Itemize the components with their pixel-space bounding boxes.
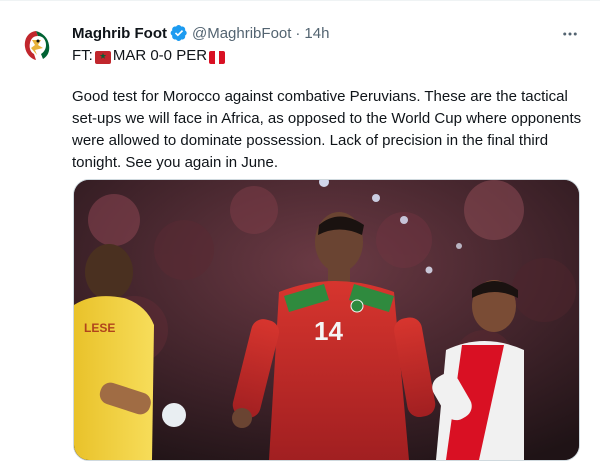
avatar[interactable]: [16, 26, 56, 66]
more-options-button[interactable]: [558, 22, 582, 46]
display-name[interactable]: Maghrib Foot: [72, 25, 167, 42]
maghrib-foot-logo-icon: [16, 26, 56, 66]
top-divider: [0, 0, 600, 1]
svg-text:14: 14: [314, 316, 343, 346]
score-line: FT: MAR 0-0 PER: [72, 46, 227, 66]
tweet-header: Maghrib Foot @MaghribFoot · 14h: [72, 22, 329, 44]
svg-text:LESE: LESE: [84, 321, 115, 335]
tweet-text: Good test for Morocco against combative …: [72, 88, 582, 171]
tweet-photo[interactable]: LESE 14: [73, 179, 580, 461]
score-prefix: FT:: [72, 47, 93, 64]
peru-flag-icon: [209, 50, 226, 64]
score-text: MAR 0-0 PER: [112, 47, 208, 64]
user-handle[interactable]: @MaghribFoot: [192, 25, 291, 42]
verified-badge-icon: [170, 24, 188, 42]
match-photo-image: LESE 14: [74, 180, 579, 460]
separator-dot: ·: [295, 24, 301, 42]
timestamp[interactable]: 14h: [304, 25, 329, 42]
more-horizontal-icon: [563, 32, 577, 36]
morocco-flag-icon: [94, 50, 111, 64]
